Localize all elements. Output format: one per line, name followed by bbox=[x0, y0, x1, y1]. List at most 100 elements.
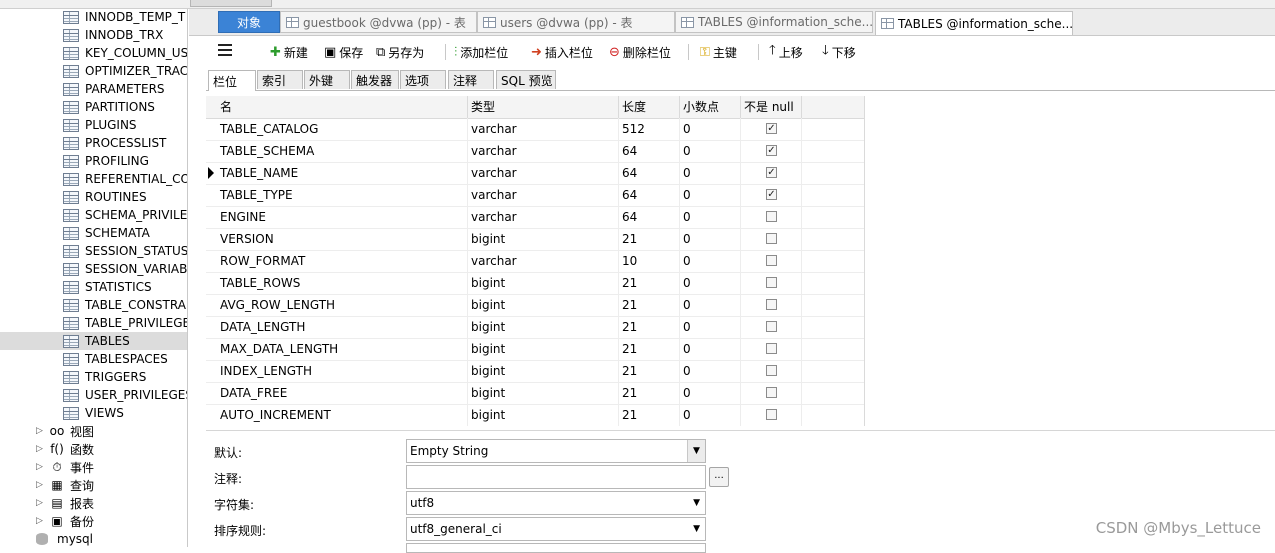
field-type-cell[interactable]: varchar bbox=[468, 206, 619, 228]
field-type-cell[interactable]: bigint bbox=[468, 360, 619, 382]
sidebar-table-item[interactable]: TRIGGERS bbox=[0, 368, 187, 386]
sidebar-table-item[interactable]: INNODB_TEMP_T bbox=[0, 9, 187, 26]
header-decimals[interactable]: 小数点 bbox=[680, 96, 741, 118]
not-null-checkbox[interactable] bbox=[766, 387, 777, 398]
menu-icon[interactable] bbox=[218, 44, 232, 56]
header-not-null[interactable]: 不是 null bbox=[741, 96, 802, 118]
table-row[interactable]: TABLE_ROWS bigint 21 0 bbox=[206, 272, 864, 295]
expand-arrow-icon[interactable]: ▷ bbox=[36, 444, 43, 454]
table-row[interactable]: TABLE_SCHEMA varchar 64 0 ✓ bbox=[206, 140, 864, 163]
table-row[interactable]: AUTO_INCREMENT bigint 21 0 bbox=[206, 404, 864, 426]
table-row[interactable]: TABLE_CATALOG varchar 512 0 ✓ bbox=[206, 118, 864, 141]
key-length-field[interactable] bbox=[406, 543, 706, 553]
sidebar-group-item[interactable]: ▷ ⏱ 事件 bbox=[0, 458, 187, 476]
field-name-cell[interactable]: DATA_FREE bbox=[217, 382, 468, 404]
sidebar-table-item[interactable]: PROFILING bbox=[0, 152, 187, 170]
sidebar-table-item[interactable]: OPTIMIZER_TRAC bbox=[0, 62, 187, 80]
not-null-checkbox[interactable]: ✓ bbox=[766, 123, 777, 134]
field-name-cell[interactable]: MAX_DATA_LENGTH bbox=[217, 338, 468, 360]
field-type-cell[interactable]: bigint bbox=[468, 382, 619, 404]
field-length-cell[interactable]: 21 bbox=[619, 338, 680, 360]
sidebar-table-item[interactable]: TABLESPACES bbox=[0, 350, 187, 368]
field-type-cell[interactable]: bigint bbox=[468, 294, 619, 316]
insert-field-button[interactable]: ➜ 插入栏位 bbox=[531, 42, 593, 62]
expand-arrow-icon[interactable]: ▷ bbox=[36, 462, 43, 472]
field-decimals-cell[interactable]: 0 bbox=[680, 404, 741, 426]
subtab-sql-preview[interactable]: SQL 预览 bbox=[496, 70, 556, 89]
tab-tables-2[interactable]: TABLES @information_sche... bbox=[875, 11, 1073, 35]
field-type-cell[interactable]: varchar bbox=[468, 184, 619, 206]
tab-tables-1[interactable]: TABLES @information_sche... bbox=[675, 11, 873, 33]
subtab-triggers[interactable]: 触发器 bbox=[351, 70, 399, 89]
table-row[interactable]: MAX_DATA_LENGTH bigint 21 0 bbox=[206, 338, 864, 361]
table-row[interactable]: ENGINE varchar 64 0 bbox=[206, 206, 864, 229]
field-name-cell[interactable]: INDEX_LENGTH bbox=[217, 360, 468, 382]
field-length-cell[interactable]: 21 bbox=[619, 316, 680, 338]
header-name[interactable]: 名 bbox=[217, 96, 468, 118]
comment-field[interactable] bbox=[406, 465, 706, 489]
field-name-cell[interactable]: ENGINE bbox=[217, 206, 468, 228]
field-name-cell[interactable]: AUTO_INCREMENT bbox=[217, 404, 468, 426]
field-name-cell[interactable]: VERSION bbox=[217, 228, 468, 250]
sidebar-table-item[interactable]: STATISTICS bbox=[0, 278, 187, 296]
subtab-options[interactable]: 选项 bbox=[400, 70, 446, 89]
not-null-checkbox[interactable] bbox=[766, 277, 777, 288]
sidebar-table-item[interactable]: KEY_COLUMN_US bbox=[0, 44, 187, 62]
sidebar-table-item[interactable]: TABLE_CONSTRAI bbox=[0, 296, 187, 314]
sidebar-group-item[interactable]: ▷ oo 视图 bbox=[0, 422, 187, 440]
field-type-cell[interactable]: varchar bbox=[468, 250, 619, 272]
field-length-cell[interactable]: 64 bbox=[619, 184, 680, 206]
sidebar-table-item[interactable]: INNODB_TRX bbox=[0, 26, 187, 44]
field-length-cell[interactable]: 21 bbox=[619, 272, 680, 294]
not-null-checkbox[interactable] bbox=[766, 299, 777, 310]
primary-key-button[interactable]: ⚿ 主键 bbox=[700, 42, 737, 62]
save-as-button[interactable]: ⧉ 另存为 bbox=[376, 42, 424, 62]
field-length-cell[interactable]: 21 bbox=[619, 228, 680, 250]
field-name-cell[interactable]: TABLE_SCHEMA bbox=[217, 140, 468, 162]
table-row[interactable]: VERSION bigint 21 0 bbox=[206, 228, 864, 251]
not-null-checkbox[interactable] bbox=[766, 343, 777, 354]
tab-users[interactable]: users @dvwa (pp) - 表 bbox=[477, 11, 675, 33]
sidebar-table-item[interactable]: TABLE_PRIVILEGE bbox=[0, 314, 187, 332]
default-combo[interactable]: Empty String ▼ bbox=[406, 439, 706, 463]
expand-arrow-icon[interactable]: ▷ bbox=[36, 426, 43, 436]
move-up-button[interactable]: 🡑 上移 bbox=[769, 42, 803, 62]
field-decimals-cell[interactable]: 0 bbox=[680, 162, 741, 184]
sidebar-table-item[interactable]: SCHEMATA bbox=[0, 224, 187, 242]
field-decimals-cell[interactable]: 0 bbox=[680, 118, 741, 140]
sidebar-group-item[interactable]: ▷ ▦ 查询 bbox=[0, 476, 187, 494]
field-length-cell[interactable]: 21 bbox=[619, 294, 680, 316]
field-length-cell[interactable]: 512 bbox=[619, 118, 680, 140]
table-row[interactable]: DATA_FREE bigint 21 0 bbox=[206, 382, 864, 405]
header-type[interactable]: 类型 bbox=[468, 96, 619, 118]
field-length-cell[interactable]: 64 bbox=[619, 206, 680, 228]
collation-select[interactable]: utf8_general_ci ▼ bbox=[406, 517, 706, 541]
field-length-cell[interactable]: 21 bbox=[619, 382, 680, 404]
not-null-checkbox[interactable] bbox=[766, 211, 777, 222]
sidebar-table-item[interactable]: PROCESSLIST bbox=[0, 134, 187, 152]
sidebar-table-item[interactable]: SCHEMA_PRIVILE bbox=[0, 206, 187, 224]
header-length[interactable]: 长度 bbox=[619, 96, 680, 118]
field-decimals-cell[interactable]: 0 bbox=[680, 206, 741, 228]
not-null-checkbox[interactable] bbox=[766, 255, 777, 266]
comment-edit-button[interactable]: ... bbox=[709, 467, 729, 487]
field-decimals-cell[interactable]: 0 bbox=[680, 338, 741, 360]
field-decimals-cell[interactable]: 0 bbox=[680, 382, 741, 404]
subtab-indexes[interactable]: 索引 bbox=[257, 70, 303, 89]
add-field-button[interactable]: ⫶ 添加栏位 bbox=[454, 42, 508, 62]
field-length-cell[interactable]: 64 bbox=[619, 140, 680, 162]
field-decimals-cell[interactable]: 0 bbox=[680, 250, 741, 272]
field-type-cell[interactable]: varchar bbox=[468, 118, 619, 140]
not-null-checkbox[interactable]: ✓ bbox=[766, 145, 777, 156]
tab-guestbook[interactable]: guestbook @dvwa (pp) - 表 bbox=[280, 11, 477, 33]
field-type-cell[interactable]: varchar bbox=[468, 162, 619, 184]
sidebar-table-item[interactable]: TABLES bbox=[0, 332, 187, 350]
sidebar-table-item[interactable]: SESSION_STATUS bbox=[0, 242, 187, 260]
tab-objects[interactable]: 对象 bbox=[218, 11, 280, 33]
move-down-button[interactable]: 🡓 下移 bbox=[822, 42, 856, 62]
table-row[interactable]: ROW_FORMAT varchar 10 0 bbox=[206, 250, 864, 273]
sidebar-table-item[interactable]: PARTITIONS bbox=[0, 98, 187, 116]
not-null-checkbox[interactable]: ✓ bbox=[766, 189, 777, 200]
subtab-foreign-keys[interactable]: 外键 bbox=[304, 70, 350, 89]
field-type-cell[interactable]: bigint bbox=[468, 338, 619, 360]
